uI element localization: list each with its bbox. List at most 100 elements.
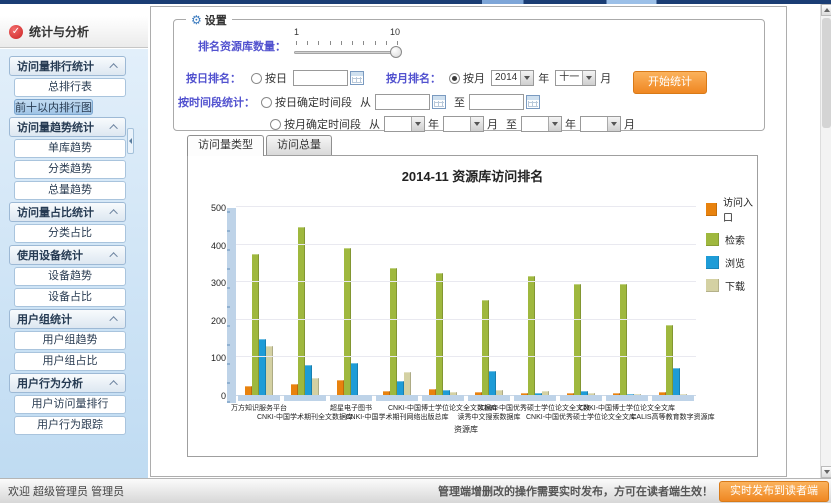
bar-group [558, 208, 604, 395]
range-day-from-input[interactable] [375, 94, 430, 110]
sidebar-section-header[interactable]: 访问量趋势统计 [9, 117, 126, 137]
bar-pedestal [514, 395, 556, 401]
sidebar: ✓ 统计与分析 访问量排行统计总排行表前十以内排行图访问量趋势统计单库趋势分类趋… [0, 4, 148, 478]
bar-group [374, 208, 420, 395]
sidebar-item[interactable]: 前十以内排行图 [14, 99, 93, 115]
sidebar-item[interactable]: 总排行表 [14, 78, 126, 97]
dropdown-arrow-icon[interactable] [520, 71, 533, 85]
monthly-radio[interactable] [449, 73, 460, 84]
sidebar-item[interactable]: 分类占比 [14, 224, 126, 243]
sidebar-item[interactable]: 用户行为跟踪 [14, 416, 126, 435]
sidebar-menu: 访问量排行统计总排行表前十以内排行图访问量趋势统计单库趋势分类趋势总量趋势访问量… [9, 56, 126, 437]
bar-group [650, 208, 696, 395]
bar-检索 [482, 300, 489, 395]
dropdown-arrow-icon[interactable] [411, 117, 424, 131]
dropdown-arrow-icon[interactable] [470, 117, 483, 131]
bar-检索 [436, 273, 443, 395]
sidebar-item[interactable]: 分类趋势 [14, 160, 126, 179]
slider-min-label: 1 [294, 27, 299, 37]
y-tick-label: 100 [196, 353, 226, 363]
x-axis-title: 资源库 [236, 424, 696, 435]
slider-handle[interactable] [390, 46, 402, 58]
y-axis-wall [227, 208, 236, 403]
monthly-rank-label: 按月排名： [386, 70, 441, 86]
bar-group [604, 208, 650, 395]
x-axis-labels: 万方知识服务平台CNKI-中国学术期刊全文数据库超星电子图书CNKI-中国学术期… [236, 403, 706, 425]
bar-pedestal [238, 395, 280, 401]
year-suffix: 年 [565, 116, 576, 132]
to-label: 至 [506, 116, 517, 132]
range-day-label: 按日确定时间段 [275, 94, 352, 110]
year-select[interactable]: 2014 [491, 70, 534, 86]
bar-浏览 [305, 365, 312, 395]
rank-count-slider[interactable]: 1 10 [294, 31, 400, 61]
bar-pedestal [606, 395, 648, 401]
welcome-text: 欢迎 超级管理员 管理员 [8, 483, 124, 499]
dropdown-arrow-icon[interactable] [607, 117, 620, 131]
scroll-up-icon[interactable] [821, 4, 831, 16]
tab-visit-total[interactable]: 访问总量 [266, 135, 332, 155]
tab-visit-type[interactable]: 访问量类型 [187, 135, 264, 156]
slider-track[interactable] [294, 51, 400, 54]
range-from-month-select[interactable] [443, 116, 484, 132]
sidebar-item[interactable]: 用户访问量排行 [14, 395, 126, 414]
legend-item: 访问入口 [706, 194, 757, 224]
bar-pedestal [330, 395, 372, 401]
range-day-to-input[interactable] [469, 94, 524, 110]
scroll-down-icon[interactable] [821, 466, 831, 478]
sidebar-item[interactable]: 用户组趋势 [14, 331, 126, 350]
range-stat-label: 按时间段统计： [178, 94, 255, 110]
rank-count-label: 排名资源库数量： [198, 38, 286, 54]
bar-group [512, 208, 558, 395]
bar-group [282, 208, 328, 395]
bar-检索 [298, 227, 305, 395]
daily-rank-label: 按日排名： [186, 70, 241, 86]
calendar-icon[interactable] [350, 71, 364, 85]
section-label: 访问量排行统计 [17, 58, 94, 74]
gridline [236, 356, 696, 357]
sidebar-section-header[interactable]: 用户组统计 [9, 309, 126, 329]
sidebar-section-header[interactable]: 访问量排行统计 [9, 56, 126, 76]
section-label: 访问量占比统计 [17, 204, 94, 220]
sidebar-collapse-handle[interactable] [127, 128, 134, 154]
range-to-month-select[interactable] [580, 116, 621, 132]
daily-date-input[interactable] [293, 70, 348, 86]
bar-访问入口 [291, 384, 298, 395]
calendar-icon[interactable] [526, 95, 540, 109]
range-to-year-select[interactable] [521, 116, 562, 132]
dropdown-arrow-icon[interactable] [548, 117, 561, 131]
legend-label: 检索 [725, 232, 745, 247]
range-day-radio[interactable] [261, 97, 272, 108]
start-statistics-button[interactable]: 开始统计 [633, 71, 707, 94]
chevron-up-icon [109, 209, 117, 217]
sidebar-item[interactable]: 用户组占比 [14, 352, 126, 371]
daily-radio-label: 按日 [265, 70, 287, 86]
sidebar-item[interactable]: 总量趋势 [14, 181, 126, 200]
month-select[interactable]: 十一 [555, 70, 596, 86]
range-month-radio[interactable] [270, 119, 281, 130]
publish-button[interactable]: 实时发布到读者端 [719, 481, 829, 502]
bar-浏览 [259, 339, 266, 395]
legend-swatch [706, 233, 719, 246]
legend-item: 下载 [706, 278, 757, 293]
sidebar-section-header[interactable]: 使用设备统计 [9, 245, 126, 265]
bar-pedestal [560, 395, 602, 401]
year-select-value: 2014 [492, 71, 520, 85]
bar-group [236, 208, 282, 395]
vertical-scrollbar[interactable] [820, 4, 831, 478]
scrollbar-thumb[interactable] [822, 18, 831, 128]
dropdown-arrow-icon[interactable] [582, 71, 595, 85]
sidebar-section-header[interactable]: 访问量占比统计 [9, 202, 126, 222]
sidebar-item[interactable]: 设备占比 [14, 288, 126, 307]
calendar-icon[interactable] [432, 95, 446, 109]
chevron-up-icon [109, 316, 117, 324]
sidebar-section-header[interactable]: 用户行为分析 [9, 373, 126, 393]
module-title: 统计与分析 [29, 23, 89, 40]
bar-访问入口 [337, 380, 344, 395]
daily-radio[interactable] [251, 73, 262, 84]
module-badge-icon: ✓ [9, 25, 23, 39]
range-from-year-select[interactable] [384, 116, 425, 132]
sidebar-item[interactable]: 单库趋势 [14, 139, 126, 158]
sidebar-item[interactable]: 设备趋势 [14, 267, 126, 286]
bar-pedestal [468, 395, 510, 401]
